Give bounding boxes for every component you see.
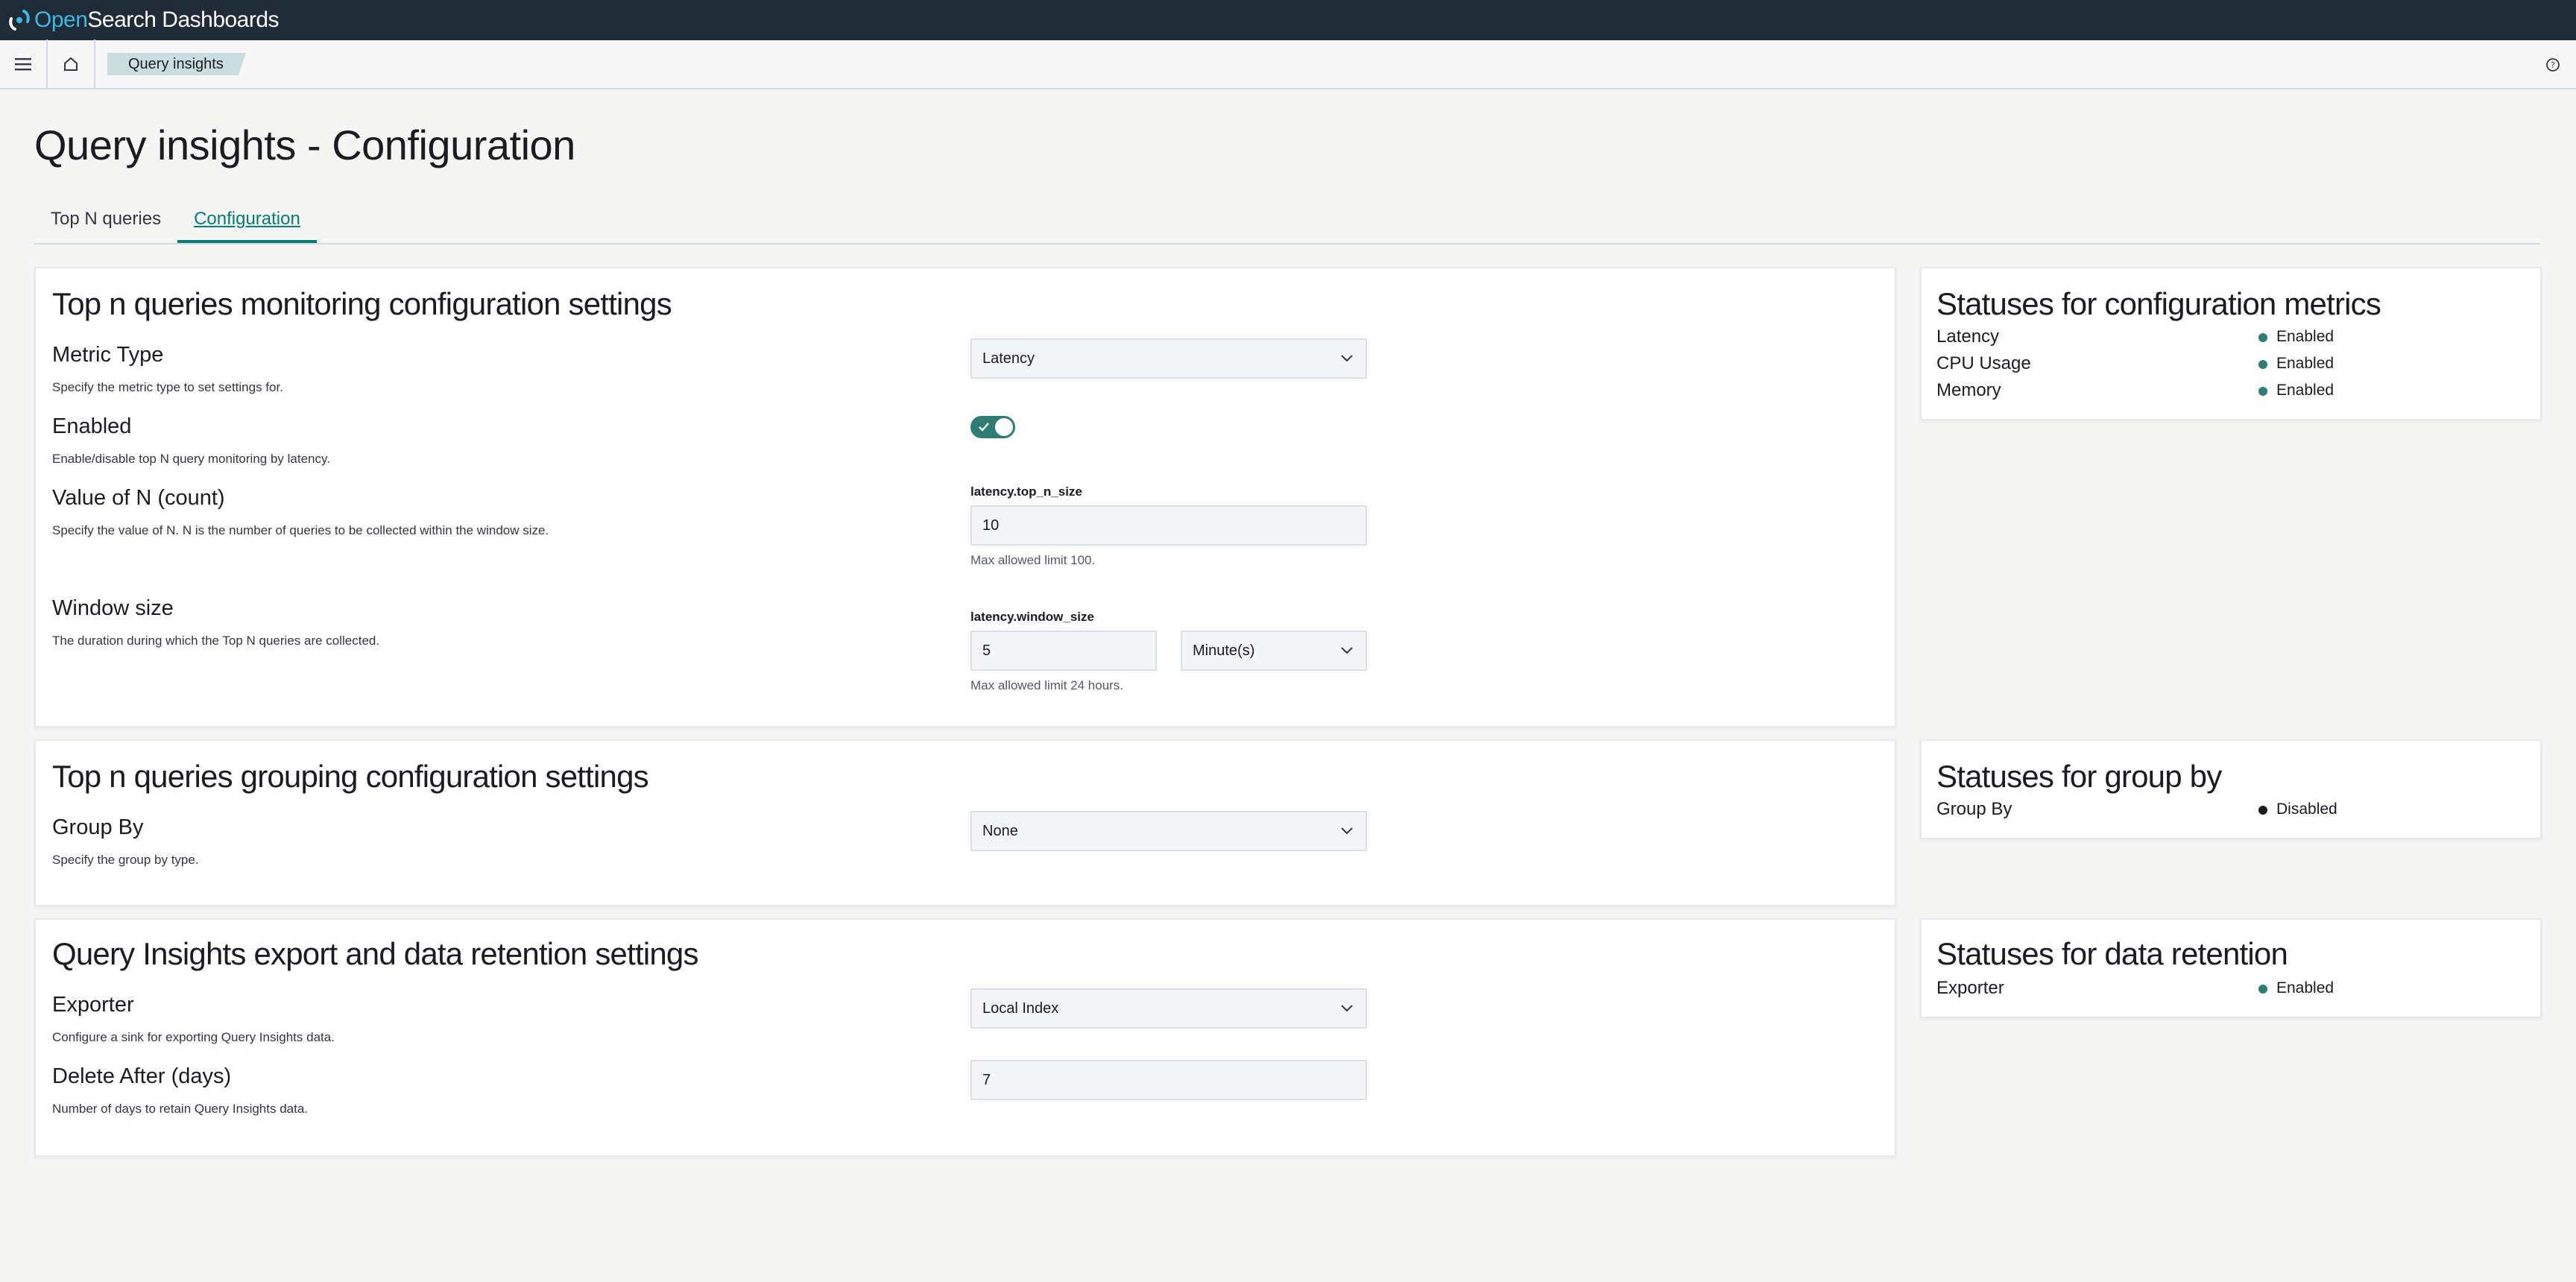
metric-type-help: Specify the metric type to set settings …	[52, 380, 283, 394]
status-name: Exporter	[1936, 978, 2004, 998]
window-unit-value: Minute(s)	[1193, 642, 1255, 659]
delete-after-input[interactable]: 7	[970, 1060, 1367, 1100]
status-name: Latency	[1936, 326, 2000, 347]
enabled-help: Enable/disable top N query monitoring by…	[52, 452, 330, 466]
group-by-select[interactable]: None	[970, 811, 1367, 851]
top-n-label: Value of N (count)	[52, 486, 225, 510]
tab-bar: Top N queries Configuration	[34, 200, 2540, 244]
logo-text-rest: Search Dashboards	[87, 7, 280, 32]
home-button[interactable]	[48, 40, 95, 89]
window-unit-select[interactable]: Minute(s)	[1181, 631, 1367, 671]
status-dot	[2258, 360, 2267, 369]
menu-icon	[15, 58, 31, 71]
metric-type-select[interactable]: Latency	[970, 338, 1367, 379]
status-row-memory: Memory Enabled	[1936, 380, 2525, 404]
exporter-help: Configure a sink for exporting Query Ins…	[52, 1030, 335, 1044]
panel-title: Statuses for data retention	[1936, 936, 2288, 971]
status-dot	[2258, 387, 2267, 396]
top-header: OpenSearch Dashboards	[0, 0, 2576, 40]
tab-top-n-queries[interactable]: Top N queries	[34, 200, 177, 243]
status-row-group-by: Group By Disabled	[1936, 799, 2525, 823]
opensearch-logo-icon	[9, 10, 30, 31]
delete-after-help: Number of days to retain Query Insights …	[52, 1102, 309, 1116]
monitoring-settings-panel: Top n queries monitoring configuration s…	[34, 267, 1896, 727]
top-n-help: Specify the value of N. N is the number …	[52, 523, 549, 537]
delete-after-label: Delete After (days)	[52, 1064, 232, 1088]
page-title: Query insights - Configuration	[34, 121, 575, 168]
metric-type-label: Metric Type	[52, 343, 164, 367]
svg-text:?: ?	[2551, 60, 2555, 70]
toggle-knob	[995, 418, 1013, 436]
breadcrumb-bar: Query insights ?	[0, 40, 2576, 89]
status-row-cpu-usage: CPU Usage Enabled	[1936, 353, 2525, 377]
status-value: Disabled	[2276, 801, 2337, 818]
enabled-label: Enabled	[52, 414, 132, 438]
panel-title: Statuses for group by	[1936, 759, 2222, 794]
window-size-label: Window size	[52, 596, 174, 620]
group-by-value: None	[982, 822, 1018, 839]
status-row-latency: Latency Enabled	[1936, 326, 2525, 350]
status-name: Group By	[1936, 799, 2012, 819]
status-dot	[2258, 806, 2267, 815]
status-value: Enabled	[2276, 979, 2334, 997]
status-row-exporter: Exporter Enabled	[1936, 978, 2525, 1002]
panel-title: Top n queries monitoring configuration s…	[52, 286, 672, 321]
panel-title: Statuses for configuration metrics	[1936, 286, 2381, 321]
chevron-down-icon	[1341, 827, 1353, 835]
exporter-value: Local Index	[982, 1000, 1059, 1017]
chevron-down-icon	[1341, 1005, 1353, 1012]
chevron-down-icon	[1341, 355, 1353, 362]
status-value: Enabled	[2276, 328, 2334, 345]
breadcrumb-query-insights[interactable]: Query insights	[107, 53, 246, 75]
exporter-label: Exporter	[52, 993, 134, 1017]
menu-button[interactable]	[0, 40, 48, 89]
panel-title: Query Insights export and data retention…	[52, 936, 698, 971]
export-settings-panel: Query Insights export and data retention…	[34, 918, 1896, 1157]
status-value: Enabled	[2276, 382, 2334, 399]
group-by-label: Group By	[52, 815, 144, 839]
exporter-select[interactable]: Local Index	[970, 988, 1367, 1029]
app-logo[interactable]: OpenSearch Dashboards	[9, 7, 280, 33]
home-icon	[64, 57, 78, 71]
check-icon	[979, 423, 989, 432]
window-size-field-label: latency.window_size	[970, 610, 1094, 624]
top-n-input[interactable]: 10	[970, 505, 1367, 546]
status-name: Memory	[1936, 380, 2001, 400]
enabled-toggle[interactable]	[970, 416, 1015, 438]
status-metrics-panel: Statuses for configuration metrics Laten…	[1920, 267, 2542, 420]
top-n-limit: Max allowed limit 100.	[970, 553, 1096, 567]
status-name: CPU Usage	[1936, 353, 2031, 373]
status-retention-panel: Statuses for data retention Exporter Ena…	[1920, 918, 2542, 1018]
top-n-field-label: latency.top_n_size	[970, 484, 1082, 499]
grouping-settings-panel: Top n queries grouping configuration set…	[34, 739, 1896, 906]
status-value: Enabled	[2276, 355, 2334, 372]
window-size-limit: Max allowed limit 24 hours.	[970, 678, 1124, 692]
logo-text-open: Open	[34, 7, 88, 32]
help-icon[interactable]: ?	[2545, 57, 2561, 73]
status-dot	[2258, 985, 2267, 994]
window-size-help: The duration during which the Top N quer…	[52, 634, 380, 648]
tab-configuration[interactable]: Configuration	[177, 200, 317, 243]
window-size-input[interactable]: 5	[970, 631, 1157, 671]
panel-title: Top n queries grouping configuration set…	[52, 759, 649, 794]
group-by-help: Specify the group by type.	[52, 853, 199, 867]
metric-type-value: Latency	[982, 350, 1035, 367]
chevron-down-icon	[1341, 647, 1353, 654]
status-group-panel: Statuses for group by Group By Disabled	[1920, 739, 2542, 839]
status-dot	[2258, 333, 2267, 342]
